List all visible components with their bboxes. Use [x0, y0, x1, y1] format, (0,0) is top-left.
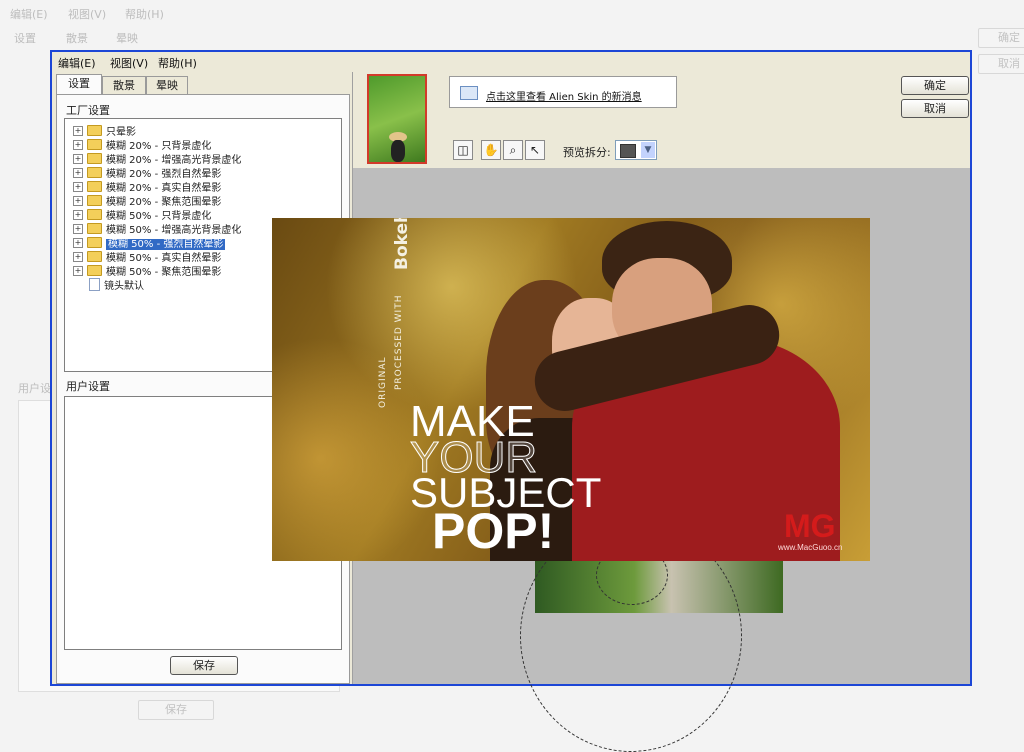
expand-icon[interactable]: + — [73, 153, 83, 164]
preview-split-dropdown[interactable]: ▼ — [615, 140, 657, 160]
menu-view[interactable]: 视图(V) — [110, 55, 148, 71]
user-settings-label: 用户设置 — [66, 380, 110, 393]
mg-url: www.MacGuoo.cn — [778, 543, 843, 552]
bg-cancel-button: 取消 — [978, 54, 1024, 74]
folder-icon — [87, 265, 102, 276]
folder-icon — [87, 223, 102, 234]
compare-icon[interactable]: ◫ — [453, 140, 473, 160]
expand-icon[interactable]: + — [73, 209, 83, 220]
tab-settings[interactable]: 设置 — [56, 74, 102, 94]
folder-icon — [87, 125, 102, 136]
folder-icon — [87, 167, 102, 178]
save-button[interactable]: 保存 — [170, 656, 238, 675]
split-swatch — [620, 144, 636, 158]
tree-item[interactable]: + 模糊 20% - 增强高光背景虚化 — [73, 151, 333, 166]
tree-item[interactable]: + 模糊 20% - 只背景虚化 — [73, 137, 333, 152]
tree-item[interactable]: + 模糊 20% - 强烈自然晕影 — [73, 165, 333, 180]
folder-icon — [87, 153, 102, 164]
menu-help[interactable]: 帮助(H) — [158, 55, 197, 71]
document-icon — [89, 278, 100, 291]
news-link[interactable]: 点击这里查看 Alien Skin 的新消息 — [486, 88, 642, 103]
expand-icon[interactable]: + — [73, 167, 83, 178]
folder-icon — [87, 237, 102, 248]
preview-split-label: 预览拆分: — [563, 146, 611, 159]
expand-icon[interactable]: + — [73, 125, 83, 136]
headline-pop: POP! — [432, 503, 555, 559]
expand-icon[interactable]: + — [73, 139, 83, 150]
folder-icon — [87, 181, 102, 192]
folder-icon — [87, 251, 102, 262]
navigator-thumbnail[interactable] — [367, 74, 427, 164]
folder-icon — [87, 139, 102, 150]
bg-tab-settings: 设置 — [14, 32, 36, 45]
bokeh-sample-photo: ORIGINAL PROCESSED WITH Bokeh MAKE YOUR … — [272, 218, 870, 561]
expand-icon[interactable]: + — [73, 237, 83, 248]
bokeh-brand: Bokeh — [392, 218, 412, 270]
preview-toolbar: 点击这里查看 Alien Skin 的新消息 确定 取消 ◫ ✋ ⌕ ↖ 预览拆… — [353, 72, 970, 168]
bg-menu-edit: 编辑(E) — [10, 8, 48, 21]
bg-menu-view: 视图(V) — [68, 8, 107, 21]
bg-tab-bokeh: 散景 — [66, 32, 88, 45]
expand-icon[interactable]: + — [73, 223, 83, 234]
vertical-text-processed: PROCESSED WITH — [394, 294, 404, 390]
cancel-button[interactable]: 取消 — [901, 99, 969, 118]
expand-icon[interactable]: + — [73, 251, 83, 262]
bg-ok-button: 确定 — [978, 28, 1024, 48]
bg-save-button: 保存 — [138, 700, 214, 720]
vertical-text-original: ORIGINAL — [378, 356, 388, 408]
pointer-icon[interactable]: ↖ — [525, 140, 545, 160]
tab-bokeh[interactable]: 散景 — [102, 76, 146, 94]
news-banner[interactable]: 点击这里查看 Alien Skin 的新消息 — [449, 76, 677, 108]
bg-tab-vignette: 晕映 — [116, 32, 138, 45]
chevron-down-icon[interactable]: ▼ — [641, 142, 655, 158]
news-icon — [460, 86, 478, 100]
ok-button[interactable]: 确定 — [901, 76, 969, 95]
expand-icon[interactable]: + — [73, 265, 83, 276]
expand-icon[interactable]: + — [73, 195, 83, 206]
figure-shape — [391, 140, 405, 162]
menu-bar: 编辑(E) 视图(V) 帮助(H) — [52, 52, 970, 72]
folder-icon — [87, 209, 102, 220]
zoom-icon[interactable]: ⌕ — [503, 140, 523, 160]
tree-item[interactable]: + 只晕影 — [73, 123, 333, 138]
tab-vignette[interactable]: 晕映 — [146, 76, 188, 94]
expand-icon[interactable]: + — [73, 181, 83, 192]
menu-edit[interactable]: 编辑(E) — [58, 55, 96, 71]
tree-item[interactable]: + 模糊 20% - 真实自然晕影 — [73, 179, 333, 194]
factory-settings-label: 工厂设置 — [66, 104, 110, 117]
folder-icon — [87, 195, 102, 206]
bg-menu-help: 帮助(H) — [125, 8, 164, 21]
tree-item[interactable]: + 模糊 20% - 聚焦范围晕影 — [73, 193, 333, 208]
hand-icon[interactable]: ✋ — [481, 140, 501, 160]
mg-logo: MG — [784, 508, 836, 544]
